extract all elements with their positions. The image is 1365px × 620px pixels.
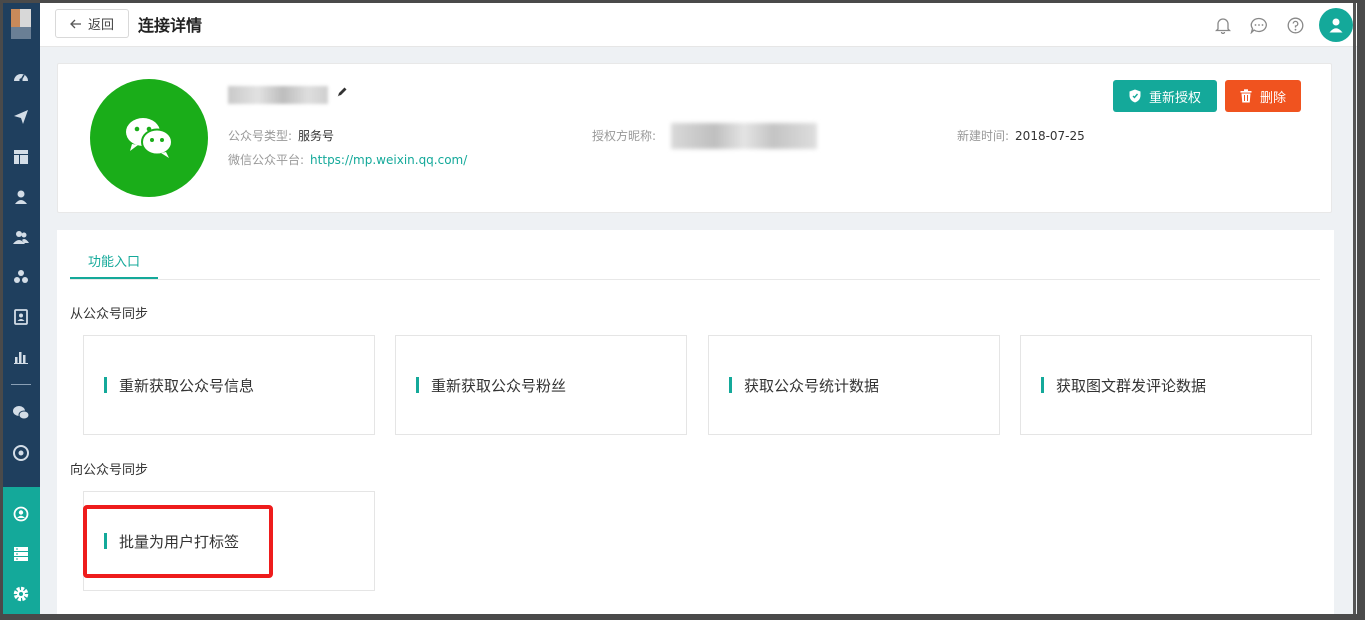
reauthorize-label: 重新授权 [1148,90,1201,106]
authorizer-label: 授权方昵称: [592,129,657,143]
sync-card-fetch-comments[interactable]: 获取图文群发评论数据 [1020,335,1312,435]
account-type-label: 公众号类型: [228,129,293,143]
top-bar: 返回 连接详情 [40,3,1357,47]
contact-icon[interactable] [11,307,31,327]
sync-card-refetch-info[interactable]: 重新获取公众号信息 [83,335,375,435]
back-label: 返回 [87,18,114,33]
account-name-redacted [228,86,328,104]
sidebar-divider [11,384,31,385]
delete-label: 删除 [1259,90,1286,106]
bell-icon[interactable] [1205,10,1241,40]
user-icon[interactable] [11,187,31,207]
delete-button[interactable]: 删除 [1225,80,1301,112]
card-accent-bar [104,377,107,393]
tab-divider [70,279,1320,280]
wechat-logo [90,79,208,197]
sync-card-refetch-fans[interactable]: 重新获取公众号粉丝 [395,335,687,435]
authorizer-name-redacted [671,123,817,149]
window-border [1353,3,1356,614]
wechat-icon[interactable] [11,403,31,423]
dashboard-icon[interactable] [11,67,31,87]
platform-info: 微信公众平台: https://mp.weixin.qq.com/ [228,151,467,168]
tab-function-entry[interactable]: 功能入口 [70,243,158,279]
help-icon[interactable] [1277,10,1313,40]
section-title-from-account: 从公众号同步 [70,307,149,322]
platform-label: 微信公众平台: [228,153,305,167]
highlight-annotation [83,505,273,578]
arrow-left-icon [70,19,81,28]
server-icon[interactable] [11,544,31,564]
trash-icon [1240,89,1252,103]
target-icon[interactable] [11,443,31,463]
card-accent-bar [416,377,419,393]
pencil-icon[interactable] [336,86,348,98]
created-info: 新建时间: 2018-07-25 [957,127,1085,144]
account-type: 公众号类型: 服务号 [228,127,334,144]
account-type-value: 服务号 [298,129,335,143]
card-label: 获取公众号统计数据 [744,376,880,395]
authorizer-info: 授权方昵称: [592,127,656,144]
sync-card-fetch-stats[interactable]: 获取公众号统计数据 [708,335,1000,435]
settings-icon[interactable] [11,584,31,604]
card-label: 重新获取公众号信息 [119,376,255,395]
app-window: 返回 连接详情 公众号类型: 服务号 微信公众平台: https://mp.we… [3,3,1357,614]
card-accent-bar [1041,377,1044,393]
send-icon[interactable] [11,107,31,127]
page-title: 连接详情 [138,16,203,35]
top-actions [1205,3,1357,47]
wechat-logo-icon [126,118,173,158]
account-info-card: 公众号类型: 服务号 微信公众平台: https://mp.weixin.qq.co… [57,63,1332,213]
reauthorize-button[interactable]: 重新授权 [1113,80,1217,112]
created-value: 2018-07-25 [1015,129,1085,143]
card-label: 重新获取公众号粉丝 [431,376,567,395]
platform-link[interactable]: https://mp.weixin.qq.com/ [310,153,467,167]
card-accent-bar [729,377,732,393]
layout-icon[interactable] [11,147,31,167]
back-button[interactable]: 返回 [55,9,129,38]
user-avatar-icon [1329,18,1343,33]
created-label: 新建时间: [957,129,1010,143]
app-logo [11,9,31,39]
network-icon[interactable] [11,504,31,524]
function-entry-panel: 功能入口 从公众号同步 重新获取公众号信息 重新获取公众号粉丝 获取公众号统计数… [57,230,1334,614]
cluster-icon[interactable] [11,267,31,287]
users-icon[interactable] [11,227,31,247]
message-icon[interactable] [1241,10,1277,40]
shield-icon [1129,89,1141,103]
avatar[interactable] [1319,8,1353,42]
section-title-to-account: 向公众号同步 [70,463,149,478]
sidebar [3,3,40,614]
bar-chart-icon[interactable] [11,347,31,367]
card-label: 获取图文群发评论数据 [1056,376,1207,395]
